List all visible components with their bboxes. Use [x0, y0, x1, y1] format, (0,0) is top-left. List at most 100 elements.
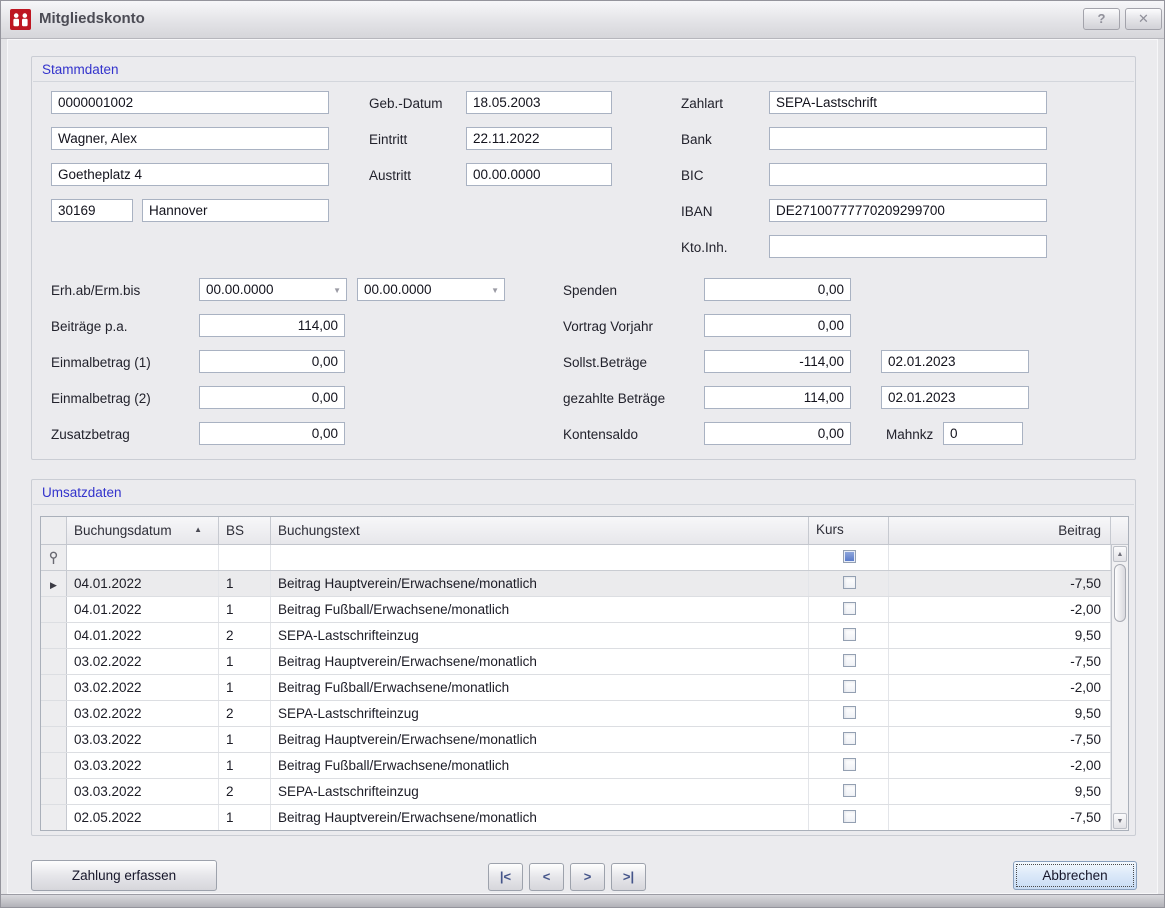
- vortrag-vorjahr-field[interactable]: 0,00: [704, 314, 851, 337]
- gezahlte-betraege-field[interactable]: 114,00: [704, 386, 851, 409]
- kto-inh-field[interactable]: [769, 235, 1047, 258]
- cell-beitrag: 9,50: [889, 623, 1111, 648]
- erh-ab-value: 00.00.0000: [206, 282, 274, 297]
- table-row[interactable]: 03.02.20221Beitrag Fußball/Erwachsene/mo…: [41, 675, 1128, 701]
- column-header-beitrag[interactable]: Beitrag: [889, 517, 1111, 544]
- chevron-down-icon[interactable]: ▼: [333, 286, 341, 295]
- city-field[interactable]: Hannover: [142, 199, 329, 222]
- cell-kurs: [809, 753, 889, 778]
- kurs-checkbox[interactable]: [843, 758, 856, 771]
- kurs-checkbox[interactable]: [843, 576, 856, 589]
- header-indicator-cell: [41, 517, 67, 544]
- table-row[interactable]: ▶04.01.20221Beitrag Hauptverein/Erwachse…: [41, 571, 1128, 597]
- erh-ab-erm-bis-label: Erh.ab/Erm.bis: [51, 283, 140, 298]
- einmalbetrag-2-field[interactable]: 0,00: [199, 386, 345, 409]
- sollst-datum-field[interactable]: 02.01.2023: [881, 350, 1029, 373]
- row-indicator: [41, 727, 67, 752]
- iban-field[interactable]: DE27100777770209299700: [769, 199, 1047, 222]
- scroll-down-button[interactable]: ▼: [1113, 813, 1127, 829]
- street-field[interactable]: Goetheplatz 4: [51, 163, 329, 186]
- sollst-betraege-field[interactable]: -114,00: [704, 350, 851, 373]
- scroll-up-button[interactable]: ▲: [1113, 546, 1127, 562]
- cell-kurs: [809, 779, 889, 804]
- kontensaldo-field[interactable]: 0,00: [704, 422, 851, 445]
- cell-kurs: [809, 623, 889, 648]
- kurs-filter-checkbox[interactable]: [843, 550, 856, 563]
- close-button[interactable]: ✕: [1125, 8, 1162, 30]
- cell-buchungsdatum: 03.03.2022: [67, 727, 219, 752]
- nav-prev-button[interactable]: <: [529, 863, 564, 891]
- cell-buchungsdatum: 03.02.2022: [67, 675, 219, 700]
- cell-bs: 1: [219, 571, 271, 596]
- column-header-buchungsdatum[interactable]: Buchungsdatum ▲: [67, 517, 219, 544]
- erh-ab-dropdown[interactable]: 00.00.0000 ▼: [199, 278, 347, 301]
- beitraege-pa-field[interactable]: 114,00: [199, 314, 345, 337]
- cell-bs: 1: [219, 649, 271, 674]
- filter-bs-cell[interactable]: [219, 545, 271, 570]
- kurs-checkbox[interactable]: [843, 628, 856, 641]
- kurs-checkbox[interactable]: [843, 810, 856, 823]
- spenden-field[interactable]: 0,00: [704, 278, 851, 301]
- spenden-label: Spenden: [563, 283, 617, 298]
- kurs-checkbox[interactable]: [843, 732, 856, 745]
- column-header-kurs[interactable]: Kurs: [809, 517, 889, 544]
- kurs-checkbox[interactable]: [843, 654, 856, 667]
- cell-kurs: [809, 571, 889, 596]
- einmalbetrag-1-field[interactable]: 0,00: [199, 350, 345, 373]
- bank-field[interactable]: [769, 127, 1047, 150]
- chevron-down-icon[interactable]: ▼: [491, 286, 499, 295]
- kurs-checkbox[interactable]: [843, 602, 856, 615]
- table-row[interactable]: 03.03.20221Beitrag Hauptverein/Erwachsen…: [41, 727, 1128, 753]
- table-row[interactable]: 02.05.20221Beitrag Hauptverein/Erwachsen…: [41, 805, 1128, 831]
- filter-buchungsdatum-cell[interactable]: [67, 545, 219, 570]
- table-row[interactable]: 03.02.20221Beitrag Hauptverein/Erwachsen…: [41, 649, 1128, 675]
- title-bar[interactable]: Mitgliedskonto ? ✕: [1, 1, 1164, 39]
- scrollbar-thumb[interactable]: [1114, 564, 1126, 622]
- help-button[interactable]: ?: [1083, 8, 1120, 30]
- grid-body: ▶04.01.20221Beitrag Hauptverein/Erwachse…: [41, 571, 1128, 831]
- cell-kurs: [809, 649, 889, 674]
- grid-filter-row[interactable]: [41, 545, 1128, 571]
- cell-bs: 1: [219, 753, 271, 778]
- table-row[interactable]: 03.03.20222SEPA-Lastschrifteinzug9,50: [41, 779, 1128, 805]
- nav-last-button[interactable]: >|: [611, 863, 646, 891]
- stammdaten-title: Stammdaten: [42, 62, 119, 77]
- cell-kurs: [809, 727, 889, 752]
- row-indicator: [41, 623, 67, 648]
- cell-beitrag: -2,00: [889, 597, 1111, 622]
- cell-buchungstext: Beitrag Hauptverein/Erwachsene/monatlich: [271, 571, 809, 596]
- table-row[interactable]: 04.01.20222SEPA-Lastschrifteinzug9,50: [41, 623, 1128, 649]
- member-id-field[interactable]: 0000001002: [51, 91, 329, 114]
- row-indicator: [41, 805, 67, 830]
- kurs-checkbox[interactable]: [843, 784, 856, 797]
- zahlart-field[interactable]: SEPA-Lastschrift: [769, 91, 1047, 114]
- nav-next-button[interactable]: >: [570, 863, 605, 891]
- column-header-bs[interactable]: BS: [219, 517, 271, 544]
- table-row[interactable]: 04.01.20221Beitrag Fußball/Erwachsene/mo…: [41, 597, 1128, 623]
- scroll-up-icon: ▲: [1117, 551, 1124, 558]
- mahnkz-field[interactable]: 0: [943, 422, 1023, 445]
- zahlung-erfassen-button[interactable]: Zahlung erfassen: [31, 860, 217, 891]
- nav-first-button[interactable]: |<: [488, 863, 523, 891]
- filter-buchungstext-cell[interactable]: [271, 545, 809, 570]
- geb-datum-label: Geb.-Datum: [369, 96, 443, 111]
- kurs-checkbox[interactable]: [843, 706, 856, 719]
- cell-buchungstext: Beitrag Hauptverein/Erwachsene/monatlich: [271, 727, 809, 752]
- zip-field[interactable]: 30169: [51, 199, 133, 222]
- zusatzbetrag-field[interactable]: 0,00: [199, 422, 345, 445]
- erm-bis-dropdown[interactable]: 00.00.0000 ▼: [357, 278, 505, 301]
- bic-field[interactable]: [769, 163, 1047, 186]
- column-header-buchungstext[interactable]: Buchungstext: [271, 517, 809, 544]
- table-row[interactable]: 03.03.20221Beitrag Fußball/Erwachsene/mo…: [41, 753, 1128, 779]
- member-name-field[interactable]: Wagner, Alex: [51, 127, 329, 150]
- kurs-checkbox[interactable]: [843, 680, 856, 693]
- filter-beitrag-cell[interactable]: [889, 545, 1111, 570]
- vertical-scrollbar[interactable]: ▲ ▼: [1111, 545, 1128, 830]
- abbrechen-button[interactable]: Abbrechen: [1013, 861, 1137, 890]
- geb-datum-field[interactable]: 18.05.2003: [466, 91, 612, 114]
- table-row[interactable]: 03.02.20222SEPA-Lastschrifteinzug9,50: [41, 701, 1128, 727]
- eintritt-field[interactable]: 22.11.2022: [466, 127, 612, 150]
- header-filler-cell: [1111, 517, 1128, 544]
- austritt-field[interactable]: 00.00.0000: [466, 163, 612, 186]
- gezahlte-datum-field[interactable]: 02.01.2023: [881, 386, 1029, 409]
